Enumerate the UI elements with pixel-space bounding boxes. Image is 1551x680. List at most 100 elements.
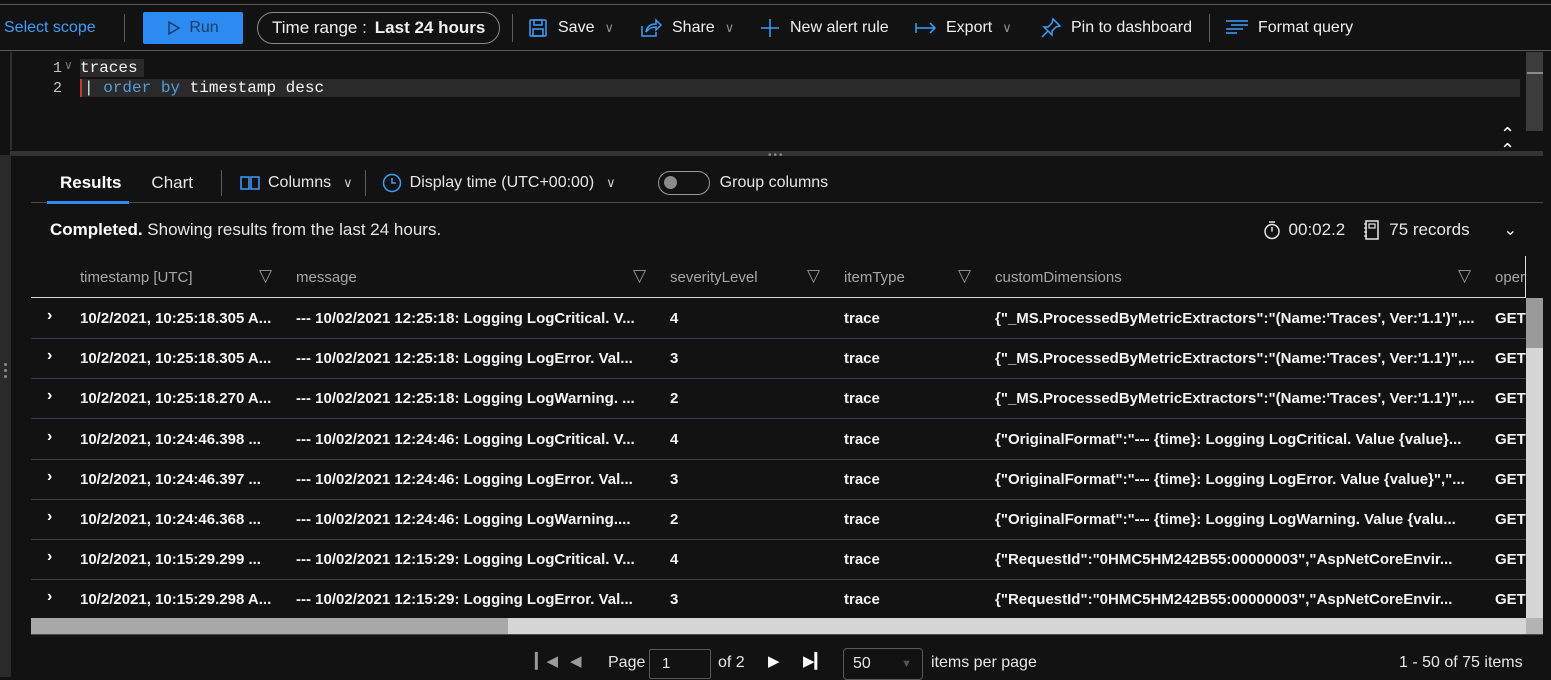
pin-to-dashboard-button[interactable]: Pin to dashboard xyxy=(1040,17,1192,39)
expand-row-chevron-icon[interactable]: › xyxy=(47,588,52,606)
scroll-thumb[interactable] xyxy=(1526,298,1543,348)
new-alert-rule-button[interactable]: New alert rule xyxy=(760,18,889,38)
run-button[interactable]: Run xyxy=(143,11,243,44)
pagination: ▎◀ ◀ Page 1 of 2 ▶ ▶▎ 50 ▼ items per pag… xyxy=(0,640,1551,680)
cell-customdimensions: {"_MS.ProcessedByMetricExtractors":"(Nam… xyxy=(995,390,1475,408)
format-query-button[interactable]: Format query xyxy=(1225,19,1353,37)
filter-icon[interactable]: ▽ xyxy=(259,266,272,286)
cell-operation: GET xyxy=(1495,350,1526,368)
columns-button[interactable]: Columns ∨ xyxy=(240,174,353,192)
grid-vertical-scrollbar[interactable] xyxy=(1526,298,1543,618)
table-row[interactable]: › 10/2/2021, 10:24:46.368 ... --- 10/02/20… xyxy=(31,500,1526,540)
previous-page-icon[interactable]: ◀ xyxy=(570,652,582,670)
items-per-page-label: items per page xyxy=(931,654,1037,671)
group-columns-toggle[interactable]: Group columns xyxy=(657,170,828,195)
column-header-message[interactable]: message xyxy=(296,256,357,298)
table-row[interactable]: › 10/2/2021, 10:15:29.298 A... --- 10/02/2… xyxy=(31,580,1526,618)
format-lines-icon xyxy=(1226,19,1248,34)
cell-timestamp: 10/2/2021, 10:24:46.397 ... xyxy=(80,470,261,488)
code-text: timestamp desc xyxy=(189,79,325,97)
expand-row-chevron-icon[interactable]: › xyxy=(47,347,52,365)
chevron-down-icon: ∨ xyxy=(606,174,616,190)
new-alert-rule-label: New alert rule xyxy=(790,18,889,36)
plus-icon xyxy=(761,18,779,37)
time-range-value: Last 24 hours xyxy=(374,17,486,37)
toggle-switch[interactable] xyxy=(657,170,710,195)
column-header-customdimensions[interactable]: customDimensions xyxy=(995,256,1122,298)
table-row[interactable]: › 10/2/2021, 10:25:18.305 A... --- 10/02/2… xyxy=(31,299,1526,339)
filter-icon[interactable]: ▽ xyxy=(958,266,971,286)
column-header-itemtype[interactable]: itemType xyxy=(844,256,905,298)
filter-icon[interactable]: ▽ xyxy=(633,266,646,286)
cell-operation: GET xyxy=(1495,511,1526,528)
page-size-select[interactable]: 50 ▼ xyxy=(843,648,923,680)
table-row[interactable]: › 10/2/2021, 10:24:46.398 ... --- 10/02/20… xyxy=(31,420,1526,460)
record-count: 75 records xyxy=(1363,220,1470,240)
export-button[interactable]: Export ∨ xyxy=(915,19,1012,37)
expand-row-chevron-icon[interactable]: › xyxy=(47,508,52,526)
time-range-button[interactable]: Time range : Last 24 hours xyxy=(257,11,501,44)
save-button[interactable]: Save ∨ xyxy=(528,18,614,38)
toggle-knob xyxy=(663,175,677,189)
cell-customdimensions: {"OriginalFormat":"--- {time}: Logging L… xyxy=(995,470,1465,488)
export-arrow-icon xyxy=(915,21,937,34)
table-row[interactable]: › 10/2/2021, 10:15:29.299 ... --- 10/02/20… xyxy=(31,540,1526,581)
page-number-input[interactable]: 1 xyxy=(649,649,711,679)
display-time-dropdown[interactable]: Display time (UTC+00:00) ∨ xyxy=(382,173,616,193)
query-editor[interactable]: 1 ∨ traces 2 | order by timestamp desc xyxy=(10,52,1526,150)
cell-message: --- 10/02/2021 12:24:46: Logging LogCrit… xyxy=(296,430,635,448)
column-header-severitylevel[interactable]: severityLevel xyxy=(670,256,758,298)
stopwatch-icon xyxy=(1263,220,1280,239)
last-page-icon[interactable]: ▶▎ xyxy=(803,652,826,670)
filter-icon[interactable]: ▽ xyxy=(1458,266,1471,286)
tab-results[interactable]: Results xyxy=(31,163,137,204)
next-page-icon[interactable]: ▶ xyxy=(768,652,780,670)
cell-operation: GET xyxy=(1495,390,1526,408)
column-header-timestamp[interactable]: timestamp [UTC] xyxy=(80,256,193,298)
editor-scrollbar[interactable] xyxy=(1526,52,1543,131)
expand-row-chevron-icon[interactable]: › xyxy=(47,387,52,405)
cell-customdimensions: {"RequestId":"0HMC5HM242B55:00000003","A… xyxy=(995,591,1453,609)
column-header-operation[interactable]: oper xyxy=(1495,256,1525,298)
expand-row-chevron-icon[interactable]: › xyxy=(47,468,52,486)
cell-timestamp: 10/2/2021, 10:15:29.298 A... xyxy=(80,591,272,609)
cell-message: --- 10/02/2021 12:15:29: Logging LogCrit… xyxy=(296,551,635,569)
tab-chart[interactable]: Chart xyxy=(137,163,209,203)
clock-icon xyxy=(382,173,401,192)
fold-chevron-icon[interactable]: ∨ xyxy=(64,58,73,72)
first-page-icon[interactable]: ▎◀ xyxy=(535,652,558,670)
select-scope-link[interactable]: Select scope xyxy=(4,19,96,37)
cell-itemtype: trace xyxy=(844,470,880,488)
cell-timestamp: 10/2/2021, 10:24:46.398 ... xyxy=(80,430,261,448)
cell-severitylevel: 2 xyxy=(670,511,679,528)
cell-message: --- 10/02/2021 12:24:46: Logging LogWarn… xyxy=(296,511,631,528)
expand-row-chevron-icon[interactable]: › xyxy=(47,307,52,325)
rail-grip-icon[interactable] xyxy=(4,363,7,378)
cell-operation: GET xyxy=(1495,470,1526,488)
expand-row-chevron-icon[interactable]: › xyxy=(47,548,52,566)
toolbar-divider xyxy=(512,13,513,42)
cell-severitylevel: 4 xyxy=(670,430,679,448)
column-divider xyxy=(1525,256,1526,298)
expand-row-chevron-icon[interactable]: › xyxy=(47,428,52,446)
splitter-grip-icon[interactable]: ••• xyxy=(768,150,785,161)
chevron-down-icon: ∨ xyxy=(1002,19,1012,35)
save-label: Save xyxy=(558,18,595,36)
left-rail xyxy=(0,155,11,677)
code-line-2: | order by timestamp desc xyxy=(80,79,1520,97)
line-number: 2 xyxy=(52,80,62,97)
table-row[interactable]: › 10/2/2021, 10:25:18.270 A... --- 10/02/2… xyxy=(31,379,1526,420)
grid-horizontal-scrollbar[interactable] xyxy=(31,618,1526,634)
share-button[interactable]: Share ∨ xyxy=(640,17,734,38)
play-icon xyxy=(168,20,181,35)
cell-message: --- 10/02/2021 12:15:29: Logging LogErro… xyxy=(296,591,633,609)
scroll-thumb[interactable] xyxy=(31,618,508,634)
table-row[interactable]: › 10/2/2021, 10:25:18.305 A... --- 10/02/2… xyxy=(31,339,1526,380)
scroll-thumb[interactable] xyxy=(1527,72,1543,74)
table-row[interactable]: › 10/2/2021, 10:24:46.397 ... --- 10/02/20… xyxy=(31,460,1526,500)
pipe-operator: | xyxy=(80,79,94,97)
items-range-label: 1 - 50 of 75 items xyxy=(1399,654,1523,671)
expand-all-icon[interactable]: ⌄ xyxy=(1504,220,1517,240)
cell-operation: GET xyxy=(1495,430,1526,448)
filter-icon[interactable]: ▽ xyxy=(807,266,820,286)
